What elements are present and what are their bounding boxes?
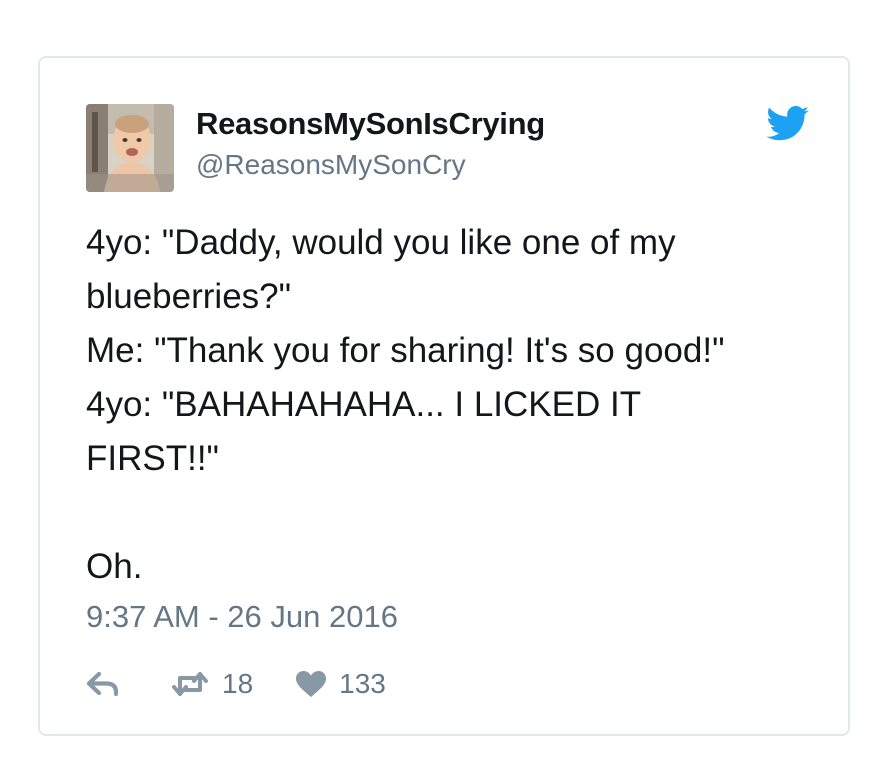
like-button[interactable]: 133	[295, 668, 386, 700]
avatar-image	[86, 104, 174, 192]
retweet-button[interactable]: 18	[170, 668, 253, 700]
reply-icon	[86, 670, 120, 698]
tweet-timestamp[interactable]: 9:37 AM - 26 Jun 2016	[86, 599, 398, 635]
tweet-text: 4yo: "Daddy, would you like one of my bl…	[86, 223, 725, 586]
reply-button[interactable]	[86, 670, 120, 698]
retweet-icon	[170, 670, 210, 698]
tweet-actions: 18 133	[86, 664, 386, 704]
avatar[interactable]	[86, 104, 174, 192]
display-name[interactable]: ReasonsMySonIsCrying	[196, 106, 545, 142]
heart-icon	[295, 670, 327, 698]
retweet-count: 18	[222, 668, 254, 699]
twitter-bird-icon[interactable]	[766, 106, 810, 142]
user-handle[interactable]: @ReasonsMySonCry	[196, 149, 466, 181]
tweet-card: ReasonsMySonIsCrying @ReasonsMySonCry 4y…	[38, 56, 850, 736]
like-count: 133	[339, 668, 386, 699]
